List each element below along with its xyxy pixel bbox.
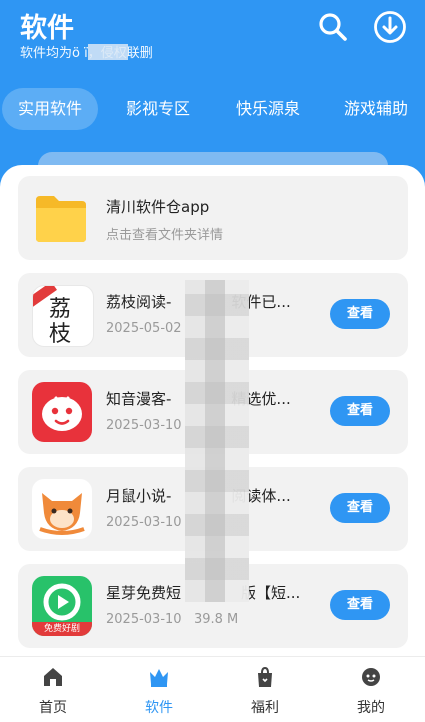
app-name-head: 知音漫客- [106, 390, 172, 408]
gift-bag-icon [258, 666, 272, 687]
nav-label: 首页 [39, 700, 67, 716]
view-button[interactable]: 查看 [330, 396, 390, 426]
nav-home[interactable]: 首页 [0, 657, 106, 722]
nav-mine[interactable]: 我的 [318, 657, 424, 722]
nav-label: 福利 [251, 700, 279, 716]
tab-fun[interactable]: 快乐源泉 [220, 88, 316, 130]
bottom-navigation: 首页 软件 福利 我的 [0, 656, 425, 722]
download-button[interactable] [373, 10, 407, 44]
tab-video[interactable]: 影视专区 [110, 88, 206, 130]
app-name-head: 月鼠小说- [106, 487, 172, 505]
zhiyin-app-icon [32, 382, 92, 442]
folder-card[interactable]: 清川软件仓app 点击查看文件夹详情 [18, 176, 408, 260]
profile-icon [362, 668, 380, 686]
search-button[interactable] [316, 10, 350, 44]
nav-label: 软件 [145, 700, 173, 716]
icon-badge: 免费好剧 [32, 622, 92, 636]
view-button[interactable]: 查看 [330, 299, 390, 329]
yueshu-app-icon [32, 479, 92, 539]
download-icon [374, 11, 406, 43]
tab-game-helper[interactable]: 游戏辅助 [328, 88, 424, 130]
nav-welfare[interactable]: 福利 [212, 657, 318, 722]
header-subtitle: 软件均为ö ï，侵权联删 [20, 46, 153, 61]
redacted-area [88, 44, 128, 60]
folder-subtitle: 点击查看文件夹详情 [106, 228, 224, 243]
page-title: 软件 [20, 13, 74, 44]
app-date: 2025-05-02 [106, 321, 182, 336]
app-name-head: 荔枝阅读- [106, 293, 172, 311]
comic-face-icon [42, 396, 82, 431]
folder-title: 清川软件仓app [106, 198, 210, 216]
app-date: 2025-03-10 [106, 612, 182, 627]
nav-label: 我的 [357, 700, 385, 716]
home-icon [44, 668, 62, 686]
app-date: 2025-03-10 [106, 515, 182, 530]
nav-software[interactable]: 软件 [106, 657, 212, 722]
xingya-app-icon: 免费好剧 [32, 576, 92, 636]
app-meta: 2025-03-10 39.8 M [106, 612, 238, 627]
app-size: 39.8 M [193, 612, 239, 627]
redaction-mosaic [185, 280, 249, 602]
view-button[interactable]: 查看 [330, 590, 390, 620]
icon-glyph-bottom: 枝 [49, 322, 72, 347]
lizhi-app-icon: 荔 枝 [32, 285, 94, 347]
crown-icon [150, 669, 168, 687]
search-icon [319, 13, 347, 41]
category-tabs: 实用软件 影视专区 快乐源泉 游戏辅助 [0, 88, 425, 132]
folder-icon [36, 196, 86, 242]
fox-icon [39, 493, 85, 535]
tab-utility[interactable]: 实用软件 [2, 88, 98, 130]
view-button[interactable]: 查看 [330, 493, 390, 523]
app-name-head: 星芽免费短 [106, 584, 182, 602]
app-name-tail: 版【短... [241, 584, 301, 602]
app-date: 2025-03-10 [106, 418, 182, 433]
